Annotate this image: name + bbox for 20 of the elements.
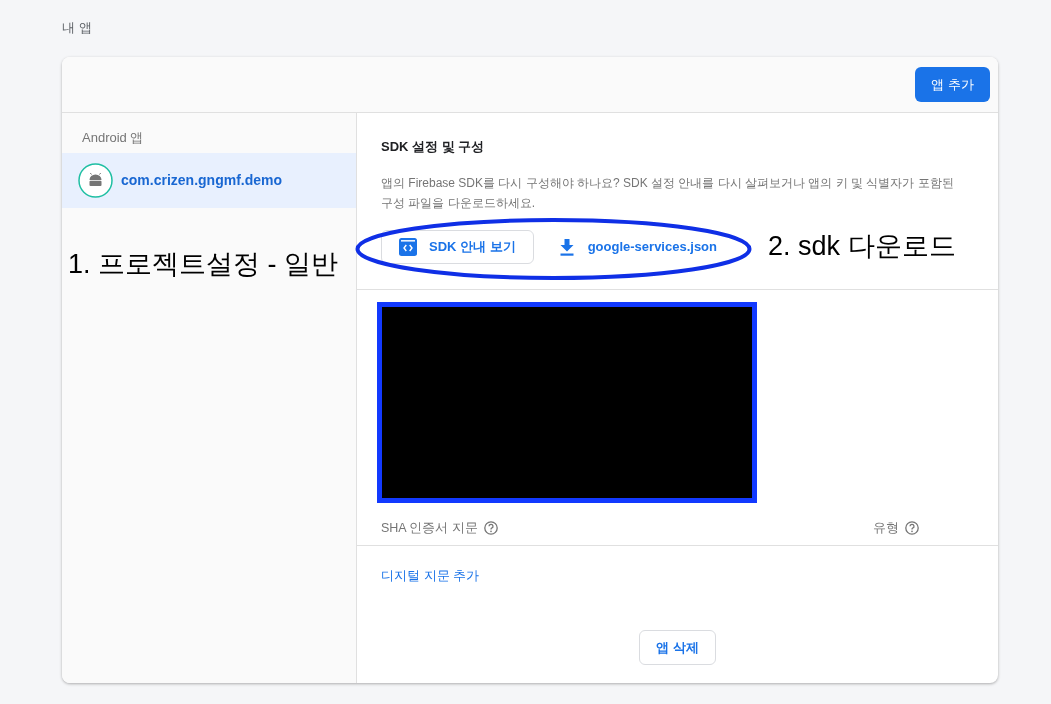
column-header: 유형 bbox=[873, 520, 899, 537]
download-icon bbox=[559, 238, 574, 256]
sidebar-item[interactable]: com.crizen.gngmf.demo bbox=[62, 153, 356, 208]
help-icon[interactable] bbox=[905, 521, 919, 535]
column-header: SHA 인증서 지문 bbox=[381, 520, 478, 537]
help-icon[interactable] bbox=[483, 521, 498, 535]
page-title: 내 앱 bbox=[62, 19, 92, 37]
code-icon bbox=[399, 238, 417, 256]
android-icon bbox=[78, 163, 113, 198]
download-config-button[interactable]: google-services.json bbox=[551, 230, 725, 264]
sdk-guide-button[interactable]: SDK 안내 보기 bbox=[381, 230, 534, 264]
add-fingerprint-link[interactable]: 디지털 지문 추가 bbox=[381, 567, 480, 585]
annotation-text: 2. sdk 다운로드 bbox=[768, 230, 956, 263]
section-title: SDK 설정 및 구성 bbox=[381, 138, 485, 156]
add-app-button[interactable]: 앱 추가 bbox=[915, 67, 990, 102]
app-package-name: com.crizen.gngmf.demo bbox=[121, 171, 283, 190]
sidebar-section-label: Android 앱 bbox=[82, 129, 144, 147]
section-description: 앱의 Firebase SDK를 다시 구성해야 하나요? SDK 설정 안내를 다시 살펴보거나 앱의 키 및 식별자가 포함된 구성 파일을 다운로드하세요. bbox=[381, 175, 955, 212]
annotation-text: 1. 프로젝트설정 - 일반 bbox=[68, 248, 338, 281]
delete-app-button[interactable]: 앱 삭제 bbox=[639, 630, 716, 665]
